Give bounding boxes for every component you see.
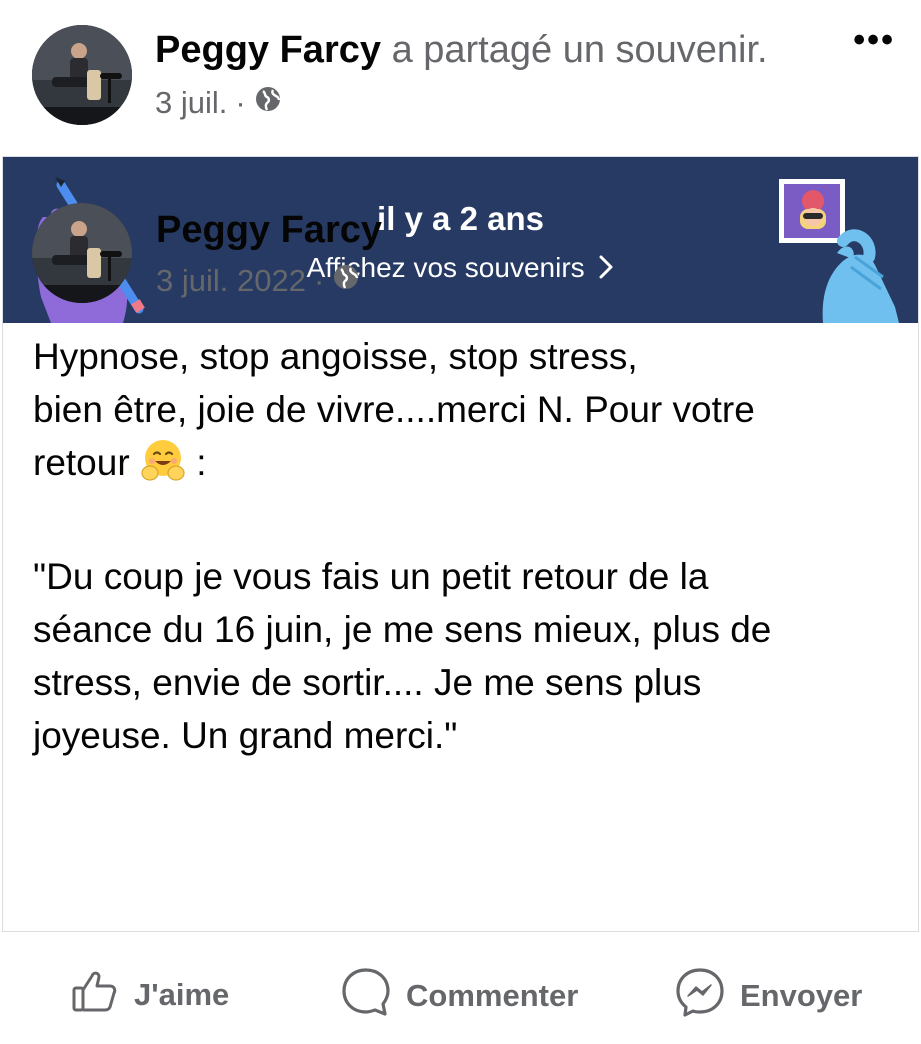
globe-icon (254, 84, 282, 122)
post-line: Hypnose, stop angoisse, stop stress, (33, 336, 638, 377)
globe-icon (332, 262, 360, 300)
messenger-icon (674, 966, 726, 1026)
send-label: Envoyer (740, 978, 863, 1013)
like-label: J'aime (134, 977, 230, 1012)
like-button[interactable]: J'aime (70, 966, 229, 1024)
post-body: Hypnose, stop angoisse, stop stress, bie… (33, 330, 893, 762)
view-memories-link[interactable]: Affichez vos souvenirs (3, 251, 918, 288)
action-bar: J'aime Commenter Envoyer (0, 938, 921, 1038)
comment-button[interactable]: Commenter (340, 966, 578, 1026)
share-header: Peggy Farcy a partagé un souvenir. 3 jui… (0, 0, 921, 150)
banner-illustration (36, 177, 899, 323)
post-author-name[interactable]: Peggy Farcy (156, 208, 382, 252)
comment-bubble-icon (340, 966, 392, 1026)
chevron-right-icon (598, 254, 614, 288)
memory-banner[interactable]: il y a 2 ans Affichez vos souvenirs (3, 157, 918, 323)
memory-title: il y a 2 ans (377, 200, 544, 237)
more-options-icon[interactable]: ••• (853, 23, 895, 57)
share-meta: 3 juil. · (155, 84, 282, 122)
quote-line: séance du 16 juin, je me sens mieux, plu… (33, 609, 772, 650)
share-date[interactable]: 3 juil. (155, 84, 227, 122)
post-avatar[interactable] (32, 203, 132, 303)
post-meta: 3 juil. 2022 · (156, 262, 360, 300)
hugging-face-emoji (140, 437, 186, 497)
share-header-title: Peggy Farcy a partagé un souvenir. (155, 28, 768, 72)
quote-line: stress, envie de sortir.... Je me sens p… (33, 662, 702, 703)
author-name[interactable]: Peggy Farcy (155, 29, 381, 71)
quote-line: joyeuse. Un grand merci." (33, 715, 458, 756)
post-line: bien être, joie de vivre....merci N. Pou… (33, 389, 755, 430)
post-line-suffix: : (185, 442, 207, 483)
send-button[interactable]: Envoyer (674, 966, 862, 1026)
comment-label: Commenter (406, 978, 579, 1013)
thumbs-up-icon (70, 966, 120, 1024)
meta-separator: · (235, 85, 246, 120)
avatar[interactable] (32, 25, 132, 125)
post-date[interactable]: 3 juil. 2022 (156, 262, 306, 300)
post-line-text: retour (33, 442, 130, 483)
meta-separator: · (313, 263, 325, 298)
quote-line: "Du coup je vous fais un petit retour de… (33, 556, 709, 597)
share-action-text: a partagé un souvenir. (391, 29, 768, 71)
post-line: retour : (33, 436, 893, 497)
